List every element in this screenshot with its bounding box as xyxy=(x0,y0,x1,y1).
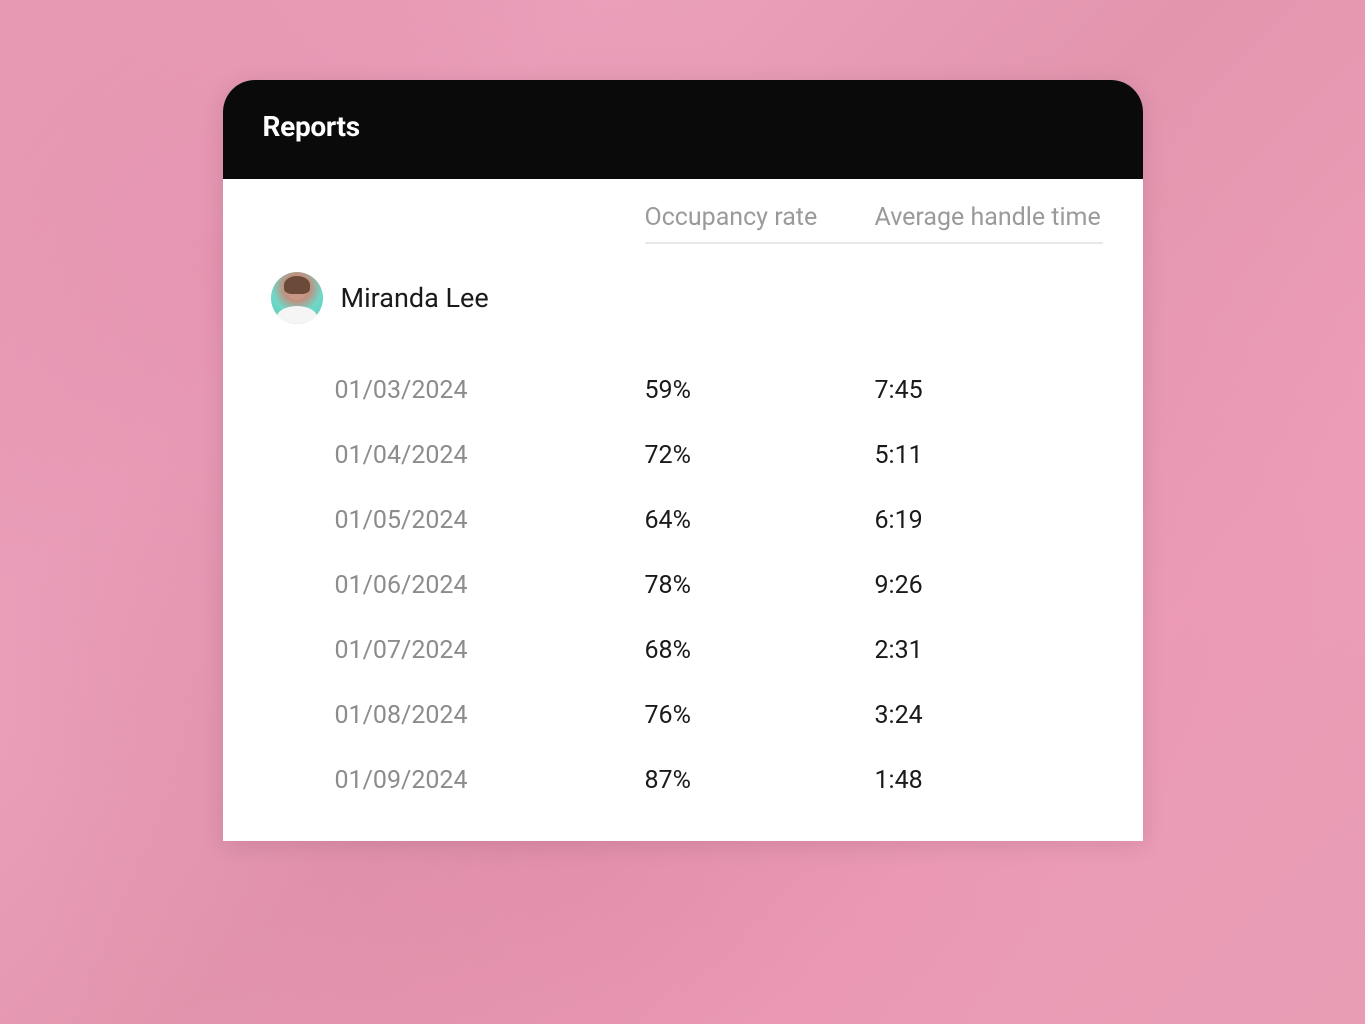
time-cell: 6:19 xyxy=(875,506,1103,535)
col-occupancy-label: Occupancy rate xyxy=(645,203,875,232)
table-row: 01/05/2024 64% 6:19 xyxy=(263,488,1103,553)
table-row: 01/06/2024 78% 9:26 xyxy=(263,553,1103,618)
table-row: 01/03/2024 59% 7:45 xyxy=(263,358,1103,423)
rate-cell: 72% xyxy=(645,441,875,470)
agent-row: Miranda Lee xyxy=(263,272,1103,324)
table-row: 01/09/2024 87% 1:48 xyxy=(263,748,1103,813)
date-cell: 01/08/2024 xyxy=(335,701,645,730)
col-handle-time-label: Average handle time xyxy=(875,203,1103,232)
data-rows: 01/03/2024 59% 7:45 01/04/2024 72% 5:11 … xyxy=(263,358,1103,813)
columns-header-inner: Occupancy rate Average handle time xyxy=(645,203,1103,244)
table-row: 01/07/2024 68% 2:31 xyxy=(263,618,1103,683)
card-title: Reports xyxy=(263,110,1103,143)
card-body: Occupancy rate Average handle time Miran… xyxy=(223,179,1143,841)
date-cell: 01/03/2024 xyxy=(335,376,645,405)
avatar xyxy=(271,272,323,324)
rate-cell: 68% xyxy=(645,636,875,665)
time-cell: 2:31 xyxy=(875,636,1103,665)
time-cell: 1:48 xyxy=(875,766,1103,795)
time-cell: 5:11 xyxy=(875,441,1103,470)
date-cell: 01/05/2024 xyxy=(335,506,645,535)
date-cell: 01/07/2024 xyxy=(335,636,645,665)
rate-cell: 59% xyxy=(645,376,875,405)
card-header: Reports xyxy=(223,80,1143,179)
rate-cell: 64% xyxy=(645,506,875,535)
table-row: 01/08/2024 76% 3:24 xyxy=(263,683,1103,748)
reports-card: Reports Occupancy rate Average handle ti… xyxy=(223,80,1143,841)
time-cell: 7:45 xyxy=(875,376,1103,405)
rate-cell: 87% xyxy=(645,766,875,795)
date-cell: 01/04/2024 xyxy=(335,441,645,470)
table-row: 01/04/2024 72% 5:11 xyxy=(263,423,1103,488)
rate-cell: 78% xyxy=(645,571,875,600)
agent-name: Miranda Lee xyxy=(341,282,489,314)
date-cell: 01/06/2024 xyxy=(335,571,645,600)
rate-cell: 76% xyxy=(645,701,875,730)
time-cell: 3:24 xyxy=(875,701,1103,730)
date-cell: 01/09/2024 xyxy=(335,766,645,795)
columns-header: Occupancy rate Average handle time xyxy=(263,203,1103,244)
time-cell: 9:26 xyxy=(875,571,1103,600)
